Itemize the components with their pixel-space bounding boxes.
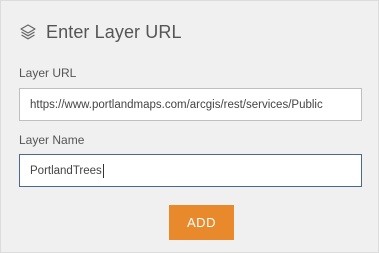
enter-layer-url-panel: Enter Layer URL Layer URL https://www.po… xyxy=(0,0,379,253)
add-button[interactable]: ADD xyxy=(169,205,234,240)
layer-url-label: Layer URL xyxy=(19,66,77,80)
layer-name-label: Layer Name xyxy=(19,133,85,147)
layers-icon xyxy=(19,23,37,41)
panel-header: Enter Layer URL xyxy=(19,20,182,44)
layer-url-value: https://www.portlandmaps.com/arcgis/rest… xyxy=(30,98,323,111)
layer-url-input[interactable]: https://www.portlandmaps.com/arcgis/rest… xyxy=(19,88,362,121)
layer-name-value: PortlandTrees xyxy=(30,164,102,177)
layer-name-input[interactable]: PortlandTrees xyxy=(19,154,362,187)
panel-title: Enter Layer URL xyxy=(46,21,182,42)
text-caret xyxy=(102,163,104,178)
